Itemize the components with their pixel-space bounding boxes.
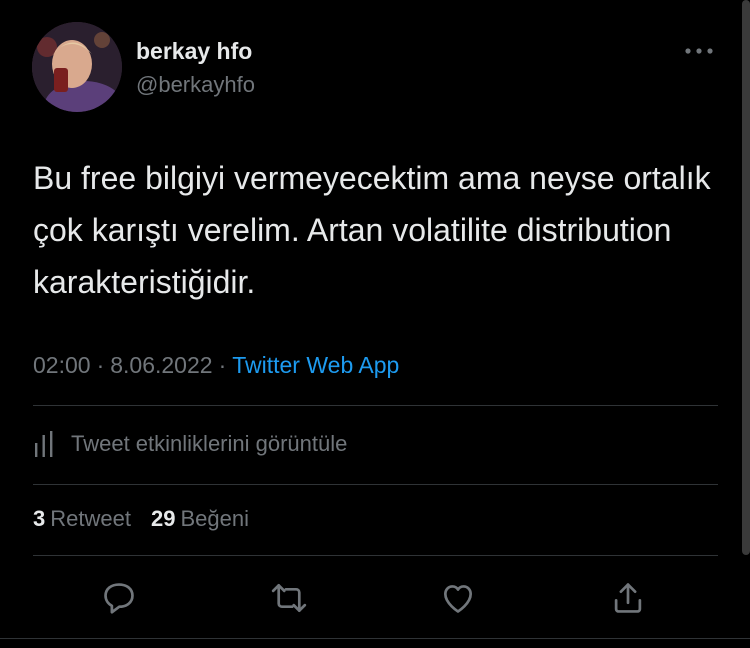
retweets-label: Retweet (50, 506, 131, 531)
avatar[interactable] (32, 22, 122, 112)
tweet-source-link[interactable]: Twitter Web App (232, 352, 399, 378)
tweet-meta: 02:00 · 8.06.2022 · Twitter Web App (33, 352, 399, 379)
tweet-activity-link[interactable]: Tweet etkinliklerini görüntüle (33, 428, 347, 460)
more-dots-icon (685, 48, 713, 54)
divider (33, 555, 718, 556)
divider (0, 638, 750, 639)
likes-label: Beğeni (180, 506, 249, 531)
reply-button[interactable] (97, 572, 141, 624)
divider (33, 405, 718, 406)
reply-icon (104, 583, 134, 614)
meta-separator: · (218, 352, 227, 378)
likes-count: 29 (150, 506, 176, 531)
analytics-icon (35, 431, 53, 457)
retweet-button[interactable] (267, 572, 311, 624)
tweet-header: berkay hfo @berkayhfo (32, 22, 720, 114)
avatar-photo (32, 22, 122, 112)
share-button[interactable] (606, 572, 650, 624)
tweet-detail: berkay hfo @berkayhfo Bu free bilgiyi ve… (0, 0, 750, 648)
tweet-time[interactable]: 02:00 (33, 352, 91, 378)
tweet-activity-label: Tweet etkinliklerini görüntüle (71, 431, 348, 456)
retweets-count: 3 (33, 506, 46, 531)
scrollbar[interactable] (742, 0, 750, 555)
retweet-icon (271, 583, 307, 613)
meta-separator: · (96, 352, 105, 378)
tweet-text: Bu free bilgiyi vermeyecektim ama neyse … (33, 160, 711, 300)
likes-stat[interactable]: 29 Beğeni (151, 506, 249, 532)
more-options-button[interactable] (682, 40, 716, 62)
like-button[interactable] (436, 572, 480, 624)
share-icon (614, 583, 642, 613)
author-handle[interactable]: @berkayhfo (136, 72, 255, 98)
author-name[interactable]: berkay hfo (136, 38, 252, 65)
tweet-stats: 3 Retweet 29 Beğeni (33, 506, 269, 532)
divider (33, 484, 718, 485)
tweet-date[interactable]: 8.06.2022 (110, 352, 212, 378)
retweets-stat[interactable]: 3 Retweet (33, 506, 131, 532)
tweet-actions-bar (0, 572, 750, 624)
heart-icon (443, 585, 473, 613)
